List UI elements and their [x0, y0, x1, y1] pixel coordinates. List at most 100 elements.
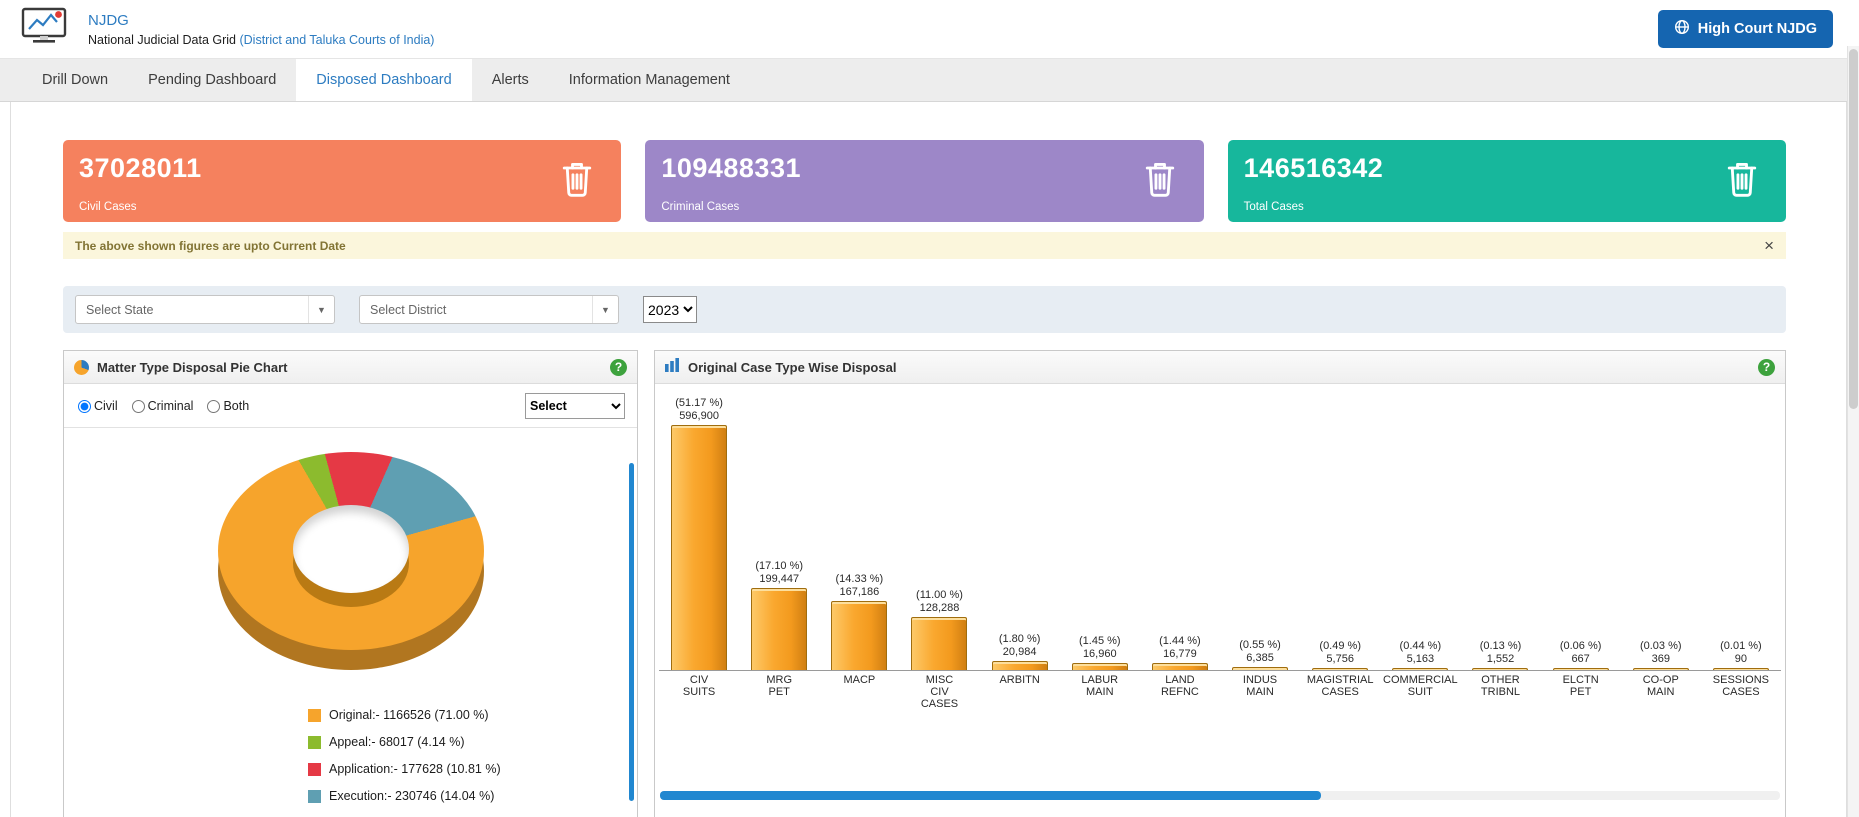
bar[interactable] — [1392, 668, 1449, 670]
bar-panel-title: Original Case Type Wise Disposal — [688, 359, 897, 375]
radio-civil-label: Civil — [94, 399, 118, 413]
total-cases-card[interactable]: 146516342 Total Cases — [1227, 140, 1786, 222]
radio-both-input[interactable] — [207, 399, 221, 413]
bar[interactable] — [991, 661, 1048, 670]
bar-group: (1.45 %) 16,960 LABUR MAIN — [1060, 390, 1140, 698]
bar-percent-label: (0.06 %) — [1559, 640, 1602, 652]
select-district-dropdown[interactable]: Select District ▼ — [359, 295, 619, 324]
legend-item-appeal: Appeal:- 68017 (4.14 %) — [308, 735, 637, 749]
radio-criminal-label: Criminal — [147, 399, 194, 413]
close-icon[interactable]: × — [1764, 237, 1774, 254]
bar-group: (0.06 %) 667 ELCTN PET — [1541, 390, 1621, 698]
page-scrollbar-track[interactable] — [1847, 46, 1859, 817]
select-district-placeholder: Select District — [370, 302, 447, 317]
bar[interactable] — [671, 425, 728, 670]
tab-alerts[interactable]: Alerts — [472, 59, 549, 101]
bar[interactable] — [1071, 663, 1128, 670]
bar-value-label: 20,984 — [1002, 646, 1037, 658]
njdg-logo-icon — [20, 6, 68, 53]
bar-chart-icon — [665, 357, 680, 377]
select-state-dropdown[interactable]: Select State ▼ — [75, 295, 335, 324]
legend-swatch — [308, 735, 321, 749]
bar[interactable] — [1312, 668, 1369, 670]
bar-category-label: ELCTN PET — [1562, 674, 1599, 698]
bar-panel-header: Original Case Type Wise Disposal ? — [655, 351, 1785, 384]
trash-icon — [559, 159, 595, 204]
year-select[interactable]: 2023 — [643, 296, 697, 323]
bar-group: (0.03 %) 369 CO-OP MAIN — [1621, 390, 1701, 698]
title-block: NJDG National Judicial Data Grid (Distri… — [88, 12, 434, 47]
notice-bar: The above shown figures are upto Current… — [63, 232, 1786, 259]
bar[interactable] — [831, 601, 888, 670]
case-type-bar-panel: Original Case Type Wise Disposal ? (51.1… — [654, 350, 1786, 817]
bar[interactable] — [1552, 668, 1609, 670]
pie-legend: Original:- 1166526 (71.00 %) Appeal:- 68… — [308, 708, 637, 803]
bar[interactable] — [1632, 668, 1689, 670]
app-subtitle: National Judicial Data Grid (District an… — [88, 33, 434, 47]
pie-select-dropdown[interactable]: Select — [525, 393, 625, 419]
bar-value-label: 5,163 — [1406, 653, 1435, 665]
page-scrollbar-thumb[interactable] — [1849, 49, 1858, 409]
tab-drill-down[interactable]: Drill Down — [22, 59, 128, 101]
radio-criminal-input[interactable] — [131, 399, 145, 413]
bar[interactable] — [1712, 668, 1769, 670]
legend-swatch — [308, 789, 321, 803]
bar[interactable] — [1232, 667, 1289, 670]
matter-type-donut-chart[interactable] — [211, 452, 491, 682]
bar-panel-hscroll-thumb[interactable] — [660, 791, 1321, 800]
legend-item-execution: Execution:- 230746 (14.04 %) — [308, 789, 637, 803]
bar-value-label: 16,960 — [1082, 648, 1117, 660]
civil-cases-label: Civil Cases — [79, 201, 137, 213]
app-subtitle-text: National Judicial Data Grid — [88, 32, 236, 47]
civil-cases-card[interactable]: 37028011 Civil Cases — [63, 140, 622, 222]
bar-percent-label: (1.44 %) — [1159, 635, 1201, 647]
header: NJDG National Judicial Data Grid (Distri… — [0, 0, 1859, 58]
legend-label: Execution:- 230746 (14.04 %) — [329, 789, 495, 803]
bar-category-label: CO-OP MAIN — [1642, 674, 1679, 698]
pie-panel-title: Matter Type Disposal Pie Chart — [97, 359, 288, 375]
tab-disposed-dashboard[interactable]: Disposed Dashboard — [296, 59, 472, 101]
chevron-down-icon: ▼ — [592, 296, 618, 323]
bar-value-label: 199,447 — [759, 573, 800, 585]
bar-category-label: COMMERCIAL SUIT — [1383, 674, 1458, 698]
high-court-njdg-button[interactable]: High Court NJDG — [1657, 10, 1833, 48]
total-cases-value: 146516342 — [1243, 153, 1384, 183]
bar-group: (0.44 %) 5,163 COMMERCIAL SUIT — [1380, 390, 1460, 698]
pie-panel-scrollbar[interactable] — [629, 463, 634, 801]
legend-label: Appeal:- 68017 (4.14 %) — [329, 735, 465, 749]
bar-group: (0.01 %) 90 SESSIONS CASES — [1701, 390, 1781, 698]
radio-criminal[interactable]: Criminal — [131, 399, 194, 413]
radio-both-label: Both — [223, 399, 250, 413]
total-cases-label: Total Cases — [1243, 201, 1304, 213]
app-subtitle-link[interactable]: (District and Taluka Courts of India) — [239, 33, 434, 47]
legend-swatch — [308, 762, 321, 776]
bar-group: (17.10 %) 199,447 MRG PET — [739, 390, 819, 698]
criminal-cases-card[interactable]: 109488331 Criminal Cases — [645, 140, 1204, 222]
bar[interactable] — [751, 588, 808, 670]
bar-percent-label: (51.17 %) — [675, 397, 723, 409]
bar-percent-label: (0.13 %) — [1479, 640, 1522, 652]
pie-chart-icon — [74, 359, 89, 375]
bar[interactable] — [1472, 668, 1529, 670]
bar-group: (0.49 %) 5,756 MAGISTRIAL CASES — [1300, 390, 1380, 698]
radio-civil-input[interactable] — [78, 399, 91, 413]
high-court-njdg-label: High Court NJDG — [1697, 21, 1817, 37]
bar-panel-hscroll-track[interactable] — [660, 791, 1780, 800]
radio-civil[interactable]: Civil — [78, 399, 118, 413]
tab-bar: Drill Down Pending Dashboard Disposed Da… — [0, 58, 1847, 102]
bar[interactable] — [911, 617, 968, 670]
bar-value-label: 90 — [1734, 653, 1748, 665]
bar-percent-label: (14.33 %) — [835, 573, 884, 585]
bar-percent-label: (0.03 %) — [1639, 640, 1682, 652]
help-icon[interactable]: ? — [610, 358, 627, 376]
app-title: NJDG — [88, 11, 129, 29]
bar[interactable] — [1151, 663, 1208, 670]
criminal-cases-value: 109488331 — [661, 153, 801, 183]
bar-group: (51.17 %) 596,900 CIV SUITS — [659, 390, 739, 698]
tab-information-management[interactable]: Information Management — [549, 59, 750, 101]
help-icon[interactable]: ? — [1758, 358, 1775, 376]
tab-pending-dashboard[interactable]: Pending Dashboard — [128, 59, 296, 101]
radio-both[interactable]: Both — [207, 399, 249, 413]
bar-category-label: MAGISTRIAL CASES — [1306, 674, 1374, 698]
bar-percent-label: (0.01 %) — [1720, 640, 1762, 652]
